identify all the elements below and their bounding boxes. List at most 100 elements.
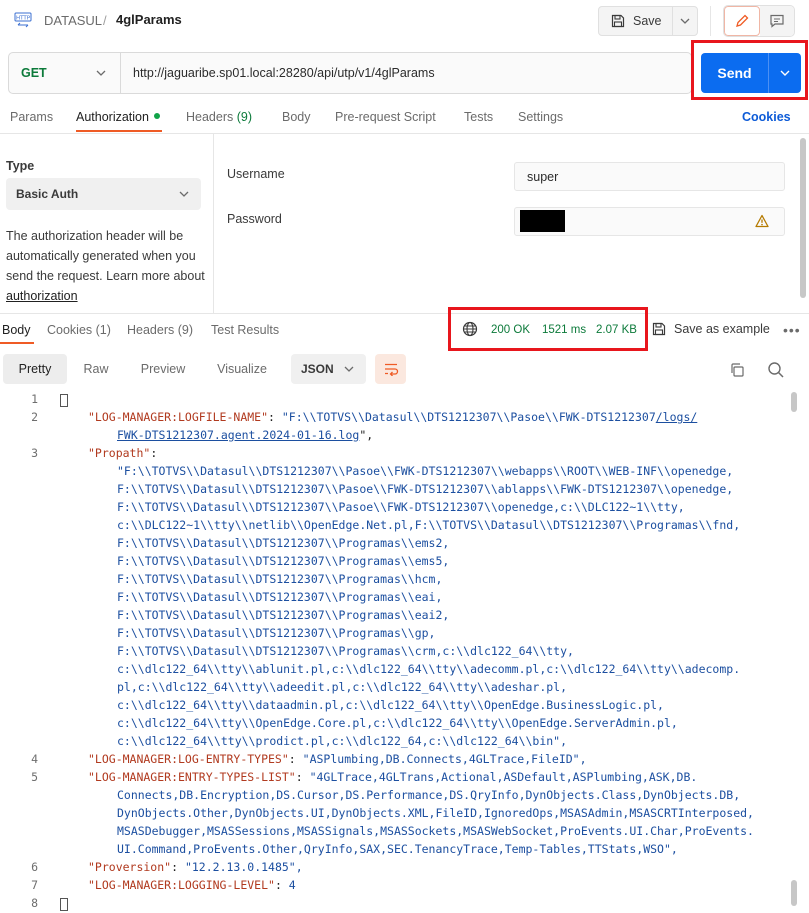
warning-icon[interactable] (755, 214, 769, 228)
code-line: "LOG-MANAGER:LOGGING-LEVEL": 4 (88, 878, 296, 892)
response-tab-headers[interactable]: Headers (9) (127, 323, 193, 337)
send-options-button[interactable] (769, 53, 801, 93)
url-input[interactable]: http://jaguaribe.sp01.local:28280/api/ut… (121, 66, 435, 80)
tab-headers-count: (9) (236, 110, 253, 124)
wrap-lines-button[interactable] (375, 354, 406, 384)
json-string: "4GLTrace,4GLTrans,Actional,ASDefault,AS… (309, 770, 698, 784)
json-key: "LOG-MANAGER:LOG-ENTRY-TYPES" (88, 752, 289, 766)
response-scrollbar-top[interactable] (791, 392, 797, 412)
chevron-down-icon (344, 366, 354, 372)
json-key: "LOG-MANAGER:ENTRY-TYPES-LIST" (88, 770, 296, 784)
code-line: c:\\dlc122_64\\tty\\prodict.pl,c:\\dlc12… (117, 734, 568, 748)
json-colon: : (171, 860, 185, 874)
line-number: 2 (31, 410, 38, 424)
code-line: "Propath": (88, 446, 164, 460)
code-fold-marker[interactable] (60, 898, 68, 911)
format-select[interactable]: JSON (291, 354, 366, 384)
save-as-example-label: Save as example (674, 322, 770, 336)
code-line: Connects,DB.Encryption,DS.Cursor,DS.Perf… (117, 788, 741, 802)
code-line: pl,c:\\dlc122_64\\tty\\adeedit.pl,c:\\dl… (117, 680, 568, 694)
response-tab-cookies[interactable]: Cookies (1) (47, 323, 111, 337)
code-line: DynObjects.Other,DynObjects.UI,DynObject… (117, 806, 754, 820)
copy-icon[interactable] (729, 362, 745, 378)
tab-tests[interactable]: Tests (464, 110, 493, 124)
save-icon (611, 14, 625, 28)
line-number: 5 (31, 770, 38, 784)
auth-type-label: Type (6, 159, 35, 173)
tab-params[interactable]: Params (10, 110, 53, 124)
json-string: "ASPlumbing,DB.Connects,4GLTrace,FileID"… (302, 752, 587, 766)
code-line: MSASDebugger,MSASSessions,MSASSignals,MS… (117, 824, 754, 838)
code-line: F:\\TOTVS\\Datasul\\DTS1212307\\Programa… (117, 590, 443, 604)
json-key: "LOG-MANAGER:LOGGING-LEVEL" (88, 878, 275, 892)
view-preview-button[interactable]: Preview (125, 354, 201, 384)
code-line: F:\\TOTVS\\Datasul\\DTS1212307\\Programa… (117, 536, 450, 550)
edit-mode-button[interactable] (724, 6, 760, 36)
json-link[interactable]: FWK-DTS1212307.agent.2024-01-16.log (117, 428, 359, 442)
authorization-docs-link[interactable]: authorization (6, 289, 78, 303)
line-number: 3 (31, 446, 38, 460)
json-link[interactable]: /logs/ (656, 410, 698, 424)
tab-settings[interactable]: Settings (518, 110, 563, 124)
line-number: 7 (31, 878, 38, 892)
response-size[interactable]: 2.07 KB (596, 324, 637, 336)
line-number: 8 (31, 896, 38, 910)
response-scrollbar-bottom[interactable] (791, 880, 797, 906)
comment-icon (770, 14, 784, 28)
tabs-divider (0, 133, 809, 134)
tab-headers[interactable]: Headers (9) (186, 110, 252, 124)
send-button[interactable]: Send (701, 53, 769, 93)
json-colon: : (274, 878, 289, 892)
code-line: "Proversion": "12.2.13.0.1485", (88, 860, 303, 874)
line-number: 4 (31, 752, 38, 766)
documentation-mode-button[interactable] (760, 6, 794, 36)
response-view-tabs: Pretty Raw Preview Visualize (3, 354, 283, 384)
url-bar: GET http://jaguaribe.sp01.local:28280/ap… (8, 52, 692, 94)
code-line: FWK-DTS1212307.agent.2024-01-16.log", (117, 428, 373, 442)
response-time[interactable]: 1521 ms (542, 324, 586, 336)
view-raw-button[interactable]: Raw (67, 354, 125, 384)
line-number: 1 (31, 392, 38, 406)
save-button[interactable]: Save (599, 7, 673, 35)
view-visualize-button[interactable]: Visualize (201, 354, 283, 384)
chevron-down-icon (179, 191, 189, 197)
breadcrumb-separator: / (103, 13, 107, 28)
cookies-link[interactable]: Cookies (742, 110, 791, 124)
save-as-example-button[interactable]: Save as example (652, 322, 770, 336)
code-line: c:\\DLC122~1\\tty\\netlib\\OpenEdge.Net.… (117, 518, 741, 532)
breadcrumb-workspace[interactable]: DATASUL (44, 13, 102, 28)
tab-authorization[interactable]: Authorization (76, 110, 160, 124)
line-number: 6 (31, 860, 38, 874)
chevron-down-icon (780, 70, 790, 76)
search-icon[interactable] (767, 361, 785, 379)
response-tab-body[interactable]: Body (2, 323, 31, 337)
code-line: F:\\TOTVS\\Datasul\\DTS1212307\\Programa… (117, 572, 443, 586)
request-scrollbar[interactable] (800, 138, 806, 298)
globe-icon[interactable] (462, 321, 478, 337)
save-button-group: Save (598, 6, 698, 36)
status-code[interactable]: 200 OK (491, 324, 530, 336)
method-select[interactable]: GET (9, 53, 121, 93)
save-options-button[interactable] (673, 7, 697, 35)
code-fold-marker[interactable] (60, 394, 68, 407)
tab-body[interactable]: Body (282, 110, 311, 124)
more-options-icon[interactable]: ••• (783, 322, 801, 338)
response-tab-test-results[interactable]: Test Results (211, 323, 279, 337)
method-label: GET (21, 66, 47, 80)
json-key: "Proversion" (88, 860, 172, 874)
auth-type-select[interactable]: Basic Auth (6, 178, 201, 210)
view-pretty-button[interactable]: Pretty (3, 354, 67, 384)
code-line: "F:\\TOTVS\\Datasul\\DTS1212307\\Pasoe\\… (117, 464, 734, 478)
auth-description-text: The authorization header will be automat… (6, 229, 205, 283)
header-divider (710, 6, 711, 36)
send-button-group: Send (701, 53, 801, 93)
active-tab-underline (76, 130, 162, 132)
password-redaction (520, 210, 565, 232)
code-line: F:\\TOTVS\\Datasul\\DTS1212307\\Programa… (117, 626, 436, 640)
format-value: JSON (301, 362, 334, 376)
request-title[interactable]: 4glParams (116, 12, 182, 27)
password-label: Password (227, 212, 282, 226)
username-label: Username (227, 167, 285, 181)
username-input[interactable]: super (514, 162, 785, 191)
tab-pre-request-script[interactable]: Pre-request Script (335, 110, 436, 124)
